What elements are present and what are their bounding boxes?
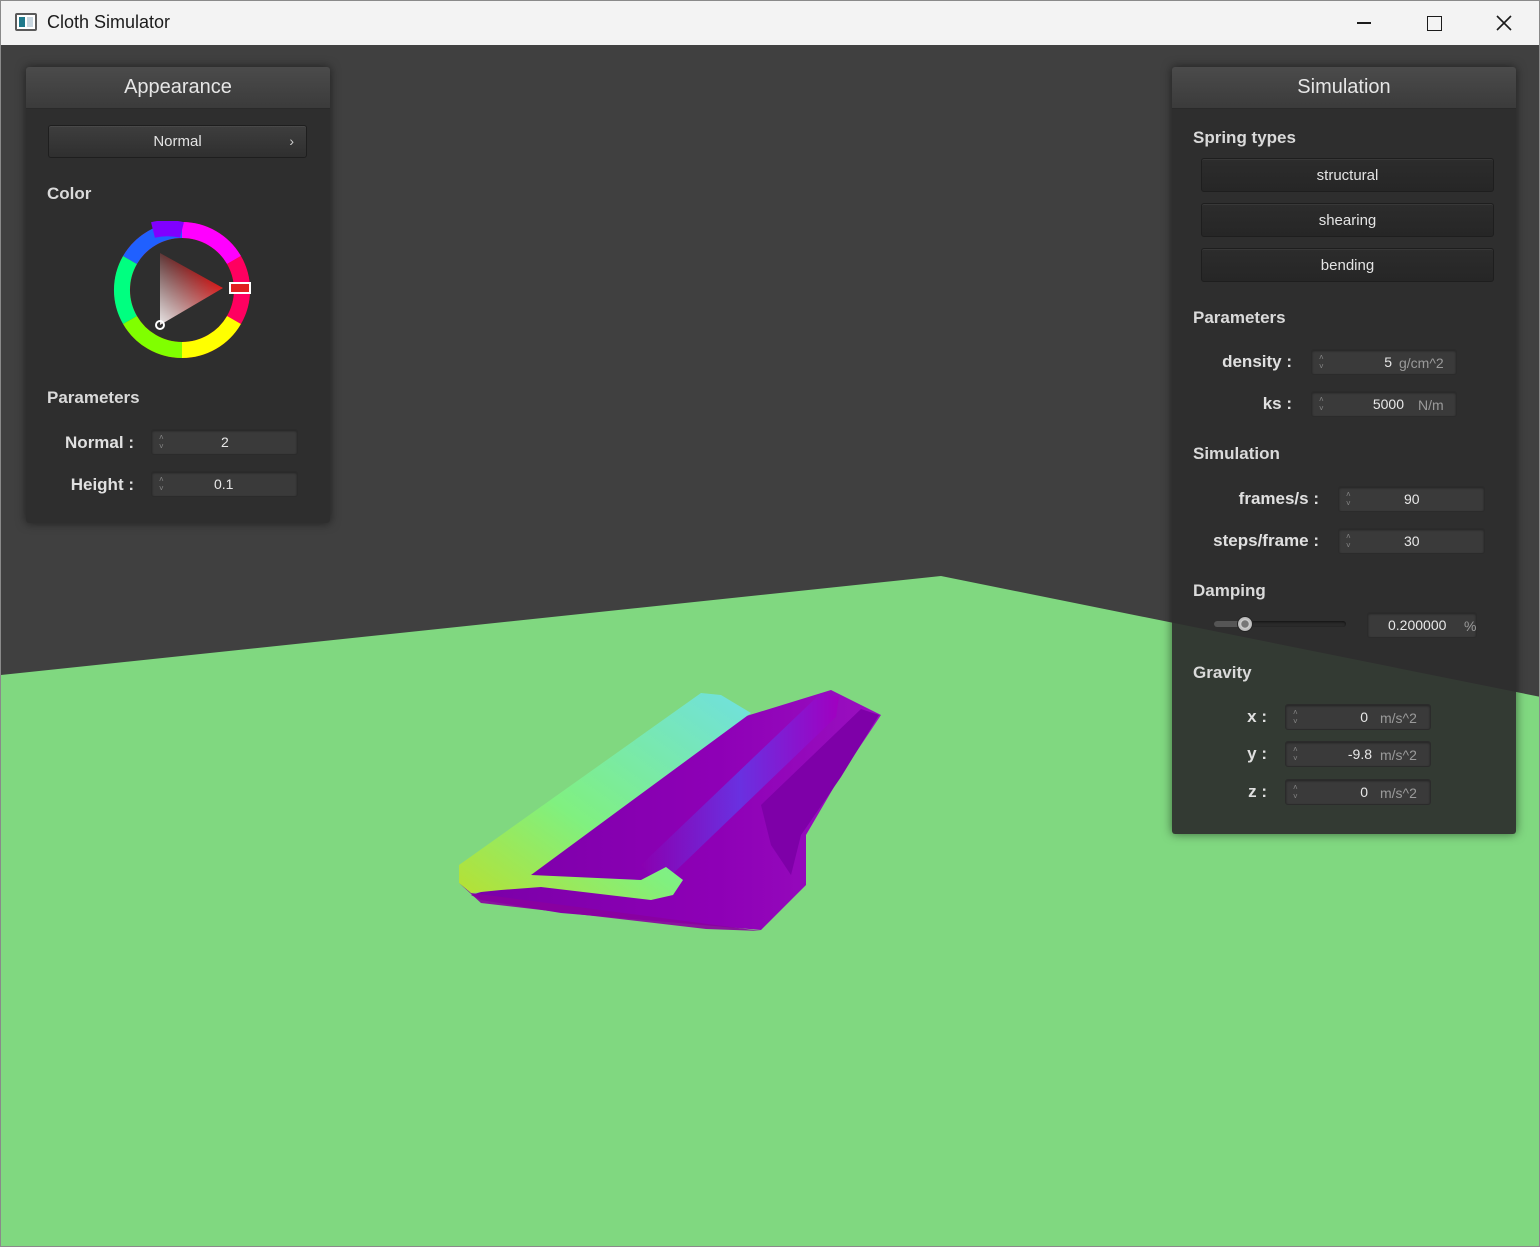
spring-structural-button[interactable]: structural (1201, 158, 1494, 192)
height-label: Height : (70, 475, 134, 494)
steps-value: 30 (1404, 533, 1420, 549)
close-button[interactable] (1469, 1, 1539, 45)
render-viewport[interactable]: Appearance Normal › Color Parameters Nor… (0, 45, 1540, 1247)
minimize-button[interactable] (1329, 1, 1399, 45)
spring-bending-button[interactable]: bending (1201, 248, 1494, 282)
spinner-icon: ˄ ˅ (1346, 490, 1351, 508)
chevron-right-icon: › (289, 133, 294, 149)
ks-unit: N/m (1418, 397, 1444, 413)
gravity-z-value: 0 (1360, 784, 1368, 800)
spring-types-label: Spring types (1193, 128, 1296, 147)
color-wheel-icon (113, 220, 251, 359)
window-title: Cloth Simulator (47, 12, 171, 32)
normal-value: 2 (221, 434, 229, 450)
gravity-z-input[interactable]: ˄ ˅ 0 m/s^2 (1285, 779, 1431, 805)
ks-value: 5000 (1372, 396, 1404, 412)
app-icon (15, 13, 37, 31)
gravity-y-value: -9.8 (1347, 746, 1372, 762)
simulation-section-label: Simulation (1193, 444, 1280, 463)
gravity-y-input[interactable]: ˄ ˅ -9.8 m/s^2 (1285, 741, 1431, 767)
ks-label: ks : (1262, 394, 1292, 413)
spinner-icon: ˄ ˅ (1346, 532, 1351, 550)
spinner-icon: ˄ ˅ (1293, 708, 1298, 726)
spinner-icon: ˄ ˅ (159, 475, 164, 493)
gravity-z-unit: m/s^2 (1380, 785, 1417, 801)
gravity-x-label: x : (1247, 707, 1267, 726)
spinner-icon: ˄ ˅ (1319, 395, 1324, 413)
spinner-icon: ˄ ˅ (1293, 745, 1298, 763)
ks-input[interactable]: ˄ ˅ 5000 N/m (1311, 391, 1457, 417)
fps-label: frames/s : (1238, 489, 1319, 508)
maximize-button[interactable] (1399, 1, 1469, 45)
maximize-icon (1426, 15, 1442, 31)
shader-selected-label: Normal (153, 133, 202, 150)
density-value: 5 (1384, 354, 1392, 370)
color-section-label: Color (47, 184, 92, 203)
normal-label: Normal : (65, 433, 134, 452)
gravity-x-value: 0 (1360, 709, 1368, 725)
height-input[interactable]: ˄ ˅ 0.1 (151, 471, 298, 497)
damping-slider[interactable] (1214, 615, 1346, 635)
steps-input[interactable]: ˄ ˅ 30 (1338, 528, 1485, 554)
gravity-x-input[interactable]: ˄ ˅ 0 m/s^2 (1285, 704, 1431, 730)
spinner-icon: ˄ ˅ (1319, 353, 1324, 371)
damping-value: 0.200000 (1388, 617, 1447, 633)
steps-label: steps/frame : (1213, 531, 1319, 550)
density-input[interactable]: ˄ ˅ 5 g/cm^2 (1311, 349, 1457, 375)
gravity-z-label: z : (1248, 782, 1267, 801)
spinner-icon: ˄ ˅ (159, 433, 164, 451)
spinner-icon: ˄ ˅ (1293, 783, 1298, 801)
damping-label: Damping (1193, 581, 1266, 600)
damping-input[interactable]: 0.200000 % (1367, 612, 1477, 638)
gravity-y-label: y : (1247, 744, 1267, 763)
height-value: 0.1 (214, 476, 234, 492)
spring-shearing-button[interactable]: shearing (1201, 203, 1494, 237)
damping-unit: % (1464, 618, 1477, 634)
density-unit: g/cm^2 (1399, 355, 1444, 371)
damping-slider-knob[interactable] (1237, 616, 1253, 632)
simulation-parameters-label: Parameters (1193, 308, 1286, 327)
color-wheel[interactable] (113, 220, 251, 359)
shader-dropdown[interactable]: Normal › (48, 125, 307, 158)
gravity-label: Gravity (1193, 663, 1252, 682)
density-label: density : (1222, 352, 1292, 371)
fps-input[interactable]: ˄ ˅ 90 (1338, 486, 1485, 512)
window-titlebar: Cloth Simulator (0, 0, 1540, 45)
appearance-panel: Appearance Normal › Color Parameters Nor… (26, 67, 330, 523)
normal-input[interactable]: ˄ ˅ 2 (151, 429, 298, 455)
gravity-x-unit: m/s^2 (1380, 710, 1417, 726)
appearance-parameters-label: Parameters (47, 388, 140, 407)
simulation-panel: Simulation Spring types structural shear… (1172, 67, 1516, 834)
close-icon (1496, 15, 1512, 31)
gravity-y-unit: m/s^2 (1380, 747, 1417, 763)
minimize-icon (1357, 22, 1371, 24)
simulation-header: Simulation (1172, 67, 1516, 109)
appearance-header: Appearance (26, 67, 330, 109)
fps-value: 90 (1404, 491, 1420, 507)
